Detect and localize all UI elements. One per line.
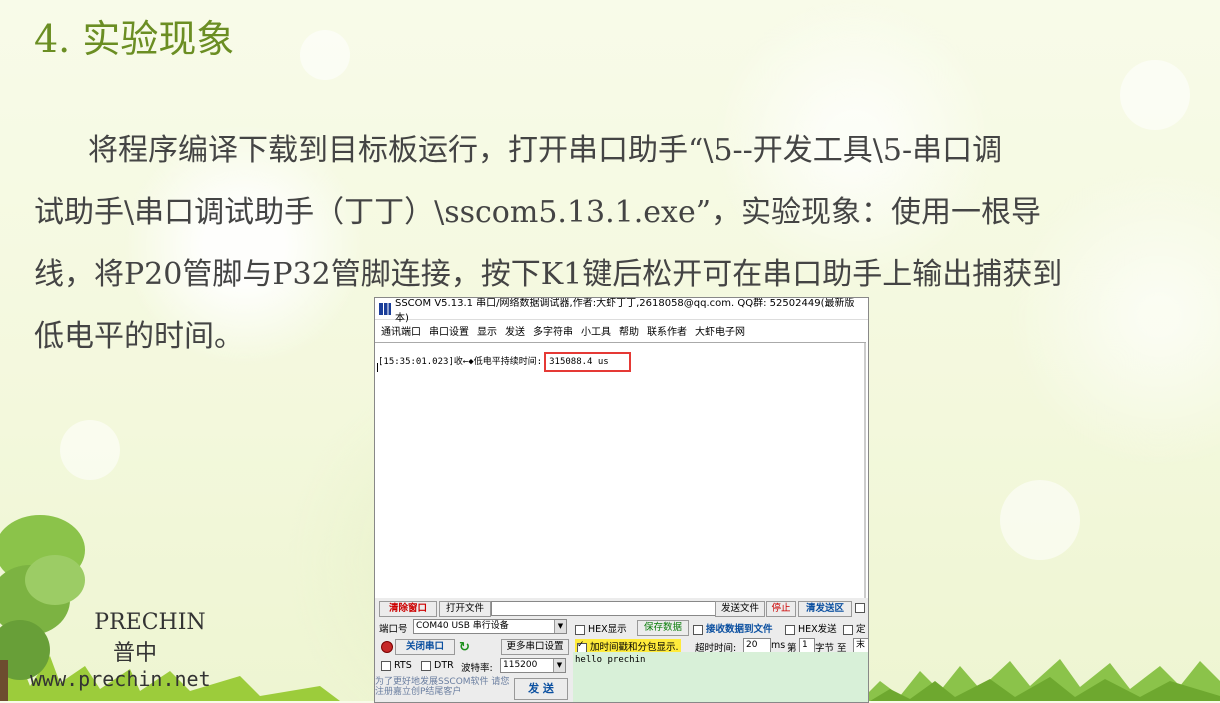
open-file-button[interactable]: 打开文件 [439, 601, 491, 617]
clear-send-button[interactable]: 清发送区 [798, 601, 852, 617]
close-port-button[interactable]: 关闭串口 [395, 639, 455, 655]
save-data-button[interactable]: 保存数据 [637, 620, 689, 636]
fixed-checkbox[interactable]: 定 [843, 621, 866, 635]
bokeh [60, 420, 120, 480]
more-settings-button[interactable]: 更多串口设置 [501, 639, 569, 655]
bokeh [1000, 480, 1080, 560]
baud-select[interactable]: 115200 ▼ [500, 658, 566, 673]
chevron-down-icon[interactable]: ▼ [554, 620, 566, 633]
menu-item-help[interactable]: 帮助 [617, 323, 645, 338]
menu-item-serial-settings[interactable]: 串口设置 [427, 323, 475, 338]
menu-item-multi-string[interactable]: 多字符串 [531, 323, 579, 338]
receive-line: [15:35:01.023]收←◆低电平持续时间: 315088.4 us [378, 352, 631, 372]
menu-item-tools[interactable]: 小工具 [579, 323, 617, 338]
logo-url: www.prechin.net [30, 667, 211, 691]
rts-checkbox[interactable]: RTS [381, 660, 412, 671]
port-select-value: COM40 USB 串行设备 [416, 621, 509, 631]
receive-prefix: [15:35:01.023]收←◆低电平持续时间: [378, 357, 543, 367]
send-text: hello prechin [575, 655, 646, 665]
menu-item-contact[interactable]: 联系作者 [645, 323, 693, 338]
ms-label: ms [771, 640, 786, 651]
port-label: 端口号 [379, 624, 408, 635]
promo-text: 为了更好地发展SSCOM软件 请您注册嘉立创P结尾客户 [375, 677, 510, 697]
clear-window-button[interactable]: 清除窗口 [379, 601, 437, 617]
chevron-down-icon[interactable]: ▼ [553, 659, 565, 672]
timeout-input[interactable]: 20 [743, 638, 771, 653]
baud-label: 波特率: [461, 663, 493, 674]
port-status-icon [381, 641, 393, 653]
paragraph-line: 将程序编译下载到目标板运行，打开串口助手“\5--开发工具\5-串口调 [88, 133, 1003, 168]
window-title: SSCOM V5.13.1 串口/网络数据调试器,作者:大虾丁丁,2618058… [394, 297, 855, 324]
file-path-input[interactable] [491, 601, 717, 616]
menu-item-send[interactable]: 发送 [503, 323, 531, 338]
send-file-button[interactable]: 发送文件 [715, 601, 765, 617]
slide-title: 4. 实验现象 [34, 17, 235, 61]
dtr-checkbox[interactable]: DTR [421, 660, 454, 671]
nth-input[interactable]: 1 [799, 638, 815, 653]
extra-checkbox[interactable] [855, 602, 868, 613]
refresh-icon[interactable]: ↻ [459, 640, 470, 655]
logo-cn: 普中 [112, 641, 157, 666]
menu-item-website[interactable]: 大虾电子网 [693, 323, 751, 338]
timestamp-checkbox[interactable]: 加时间戳和分包显示. [575, 639, 681, 653]
send-input[interactable]: hello prechin [573, 652, 868, 702]
window-titlebar: SSCOM V5.13.1 串口/网络数据调试器,作者:大虾丁丁,2618058… [375, 298, 868, 324]
hex-send-checkbox[interactable]: HEX发送 [785, 621, 837, 635]
sscom-window: SSCOM V5.13.1 串口/网络数据调试器,作者:大虾丁丁,2618058… [374, 297, 869, 703]
recv-to-file-checkbox[interactable]: 接收数据到文件 [693, 621, 773, 635]
control-panel: 清除窗口 打开文件 发送文件 停止 清发送区 端口号 COM40 USB 串行设… [375, 598, 868, 702]
baud-select-value: 115200 [503, 660, 538, 670]
end-select[interactable]: 末 [853, 638, 868, 653]
port-select[interactable]: COM40 USB 串行设备 ▼ [413, 619, 567, 634]
menu-item-display[interactable]: 显示 [475, 323, 503, 338]
app-icon [379, 302, 391, 315]
receive-area[interactable]: [15:35:01.023]收←◆低电平持续时间: 315088.4 us [375, 342, 866, 599]
highlighted-value: 315088.4 us [544, 352, 631, 372]
paragraph-line: 试助手\串口调试助手（丁丁）\sscom5.13.1.exe”，实验现象：使用一… [34, 195, 1042, 230]
stop-button[interactable]: 停止 [766, 601, 796, 617]
logo-en: PRECHIN [94, 610, 206, 635]
menu-item-port[interactable]: 通讯端口 [379, 323, 427, 338]
send-button[interactable]: 发 送 [514, 678, 568, 700]
text-caret [377, 363, 378, 372]
hex-display-checkbox[interactable]: HEX显示 [575, 621, 627, 635]
logo: PRECHIN 普中 www.prechin.net [30, 610, 240, 691]
bokeh [300, 30, 350, 80]
scrollbar[interactable] [864, 343, 866, 599]
